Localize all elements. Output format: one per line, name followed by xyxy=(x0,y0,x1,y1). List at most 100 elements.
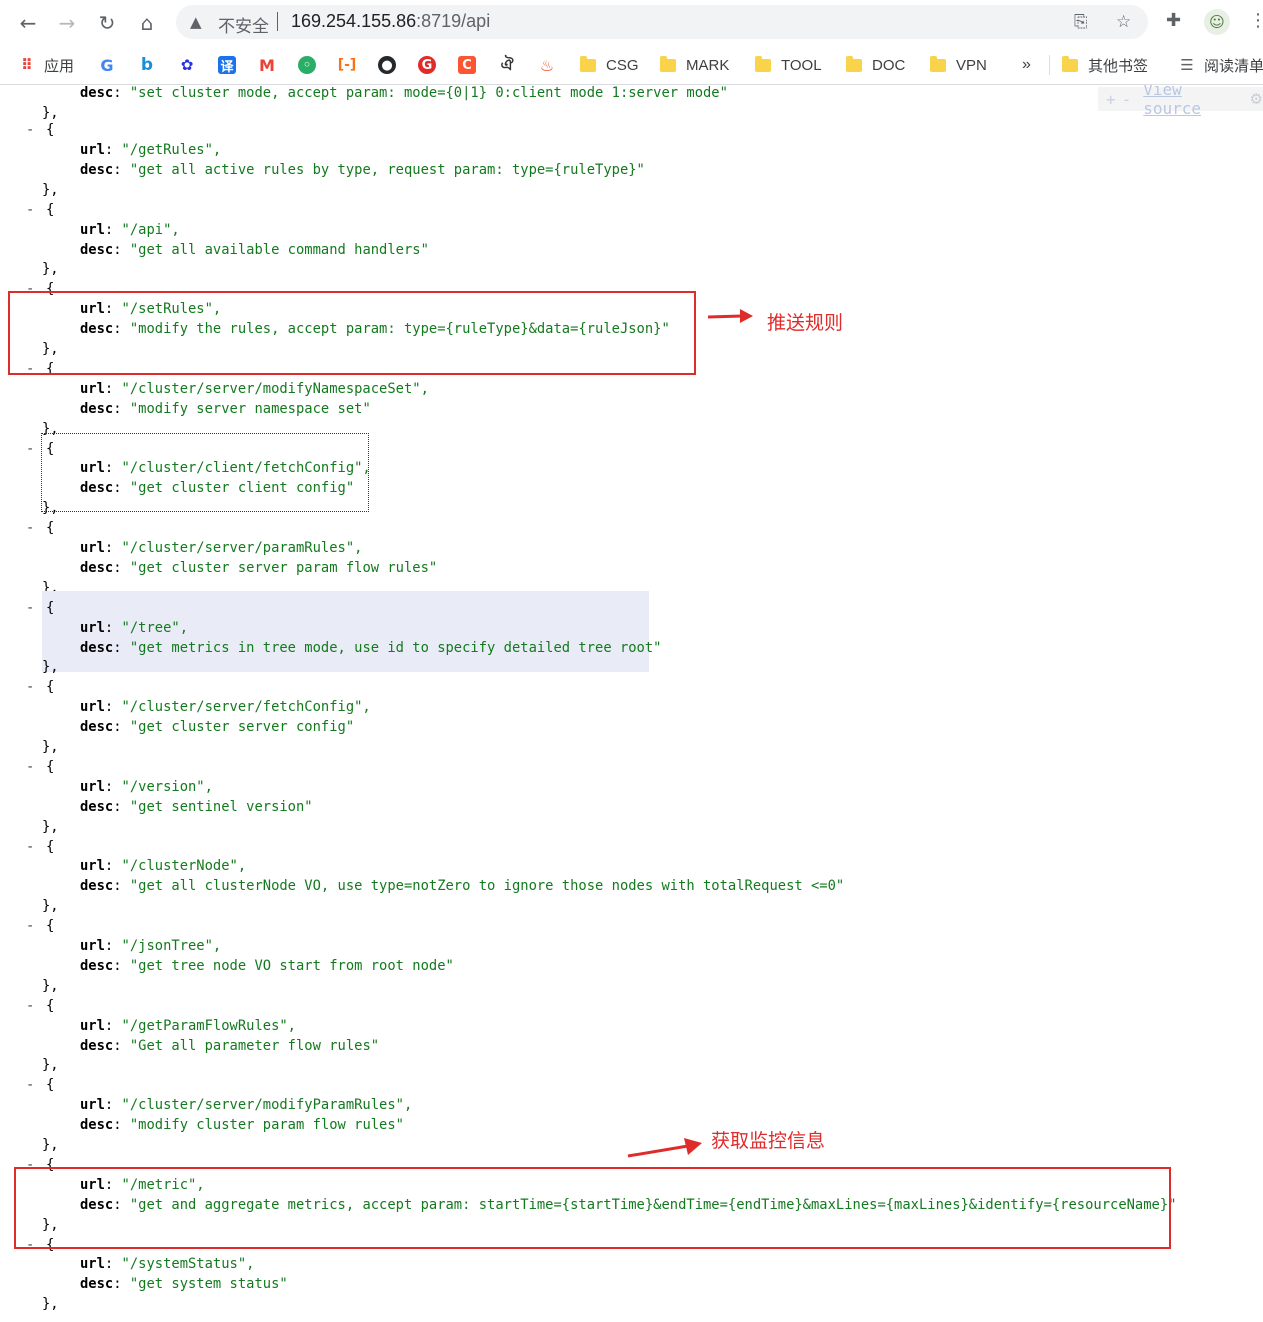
json-collapser: - xyxy=(26,677,34,697)
bookmark-folder-csg[interactable]: CSG xyxy=(580,52,639,78)
json-punct: : xyxy=(113,719,130,736)
json-collapser: - xyxy=(26,439,34,459)
menu-icon[interactable]: ⋮ xyxy=(1249,10,1263,31)
json-punct: : xyxy=(104,380,122,397)
forward-icon[interactable]: → xyxy=(53,9,81,37)
bookmark-g-red[interactable]: G xyxy=(418,52,444,78)
bookmark-star-icon[interactable]: ☆ xyxy=(1116,12,1131,32)
json-punct: }, xyxy=(42,1057,59,1074)
json-close-line: }, xyxy=(42,817,59,837)
json-url-line: url: "/getParamFlowRules", xyxy=(80,1016,296,1036)
collapse-toggle[interactable]: - xyxy=(26,839,34,855)
json-punct: : xyxy=(113,878,130,895)
json-url-line: url: "/getRules", xyxy=(80,140,221,160)
bookmark-github[interactable]: ● xyxy=(378,52,404,78)
json-open-line: { xyxy=(46,439,54,459)
json-key: url xyxy=(80,142,105,158)
collapse-toggle[interactable]: - xyxy=(26,918,34,934)
bookmark-script[interactable]: ঐ xyxy=(498,52,524,78)
address-bar[interactable]: ▲ 不安全 169.254.155.86:8719/api ⎘ ☆ xyxy=(176,5,1148,39)
json-key: url xyxy=(80,938,105,954)
json-string: "set cluster mode, accept param: mode={0… xyxy=(129,85,728,102)
json-desc-line: desc: "modify cluster param flow rules" xyxy=(80,1115,404,1135)
url-text[interactable]: 169.254.155.86:8719/api xyxy=(291,11,490,32)
bookmarks-bar: ⠿ 应用 G b ✿ 译 M ◦ [-] ● G C ঐ ♨ CSG MARK … xyxy=(0,46,1263,85)
json-collapser: - xyxy=(26,200,34,220)
bookmark-folder-mark[interactable]: MARK xyxy=(660,52,729,78)
bookmark-bing[interactable]: b xyxy=(138,52,164,78)
json-string: "/cluster/client/fetchConfig", xyxy=(121,460,371,477)
bookmark-wechat[interactable]: ◦ xyxy=(298,52,324,78)
json-close-line: }, xyxy=(42,498,59,518)
json-open-line: { xyxy=(46,837,54,857)
json-key: url xyxy=(80,1017,105,1034)
bookmark-google[interactable]: G xyxy=(98,52,124,78)
json-punct: : xyxy=(113,161,130,178)
json-string: "get all available command handlers" xyxy=(129,241,429,258)
folder-icon xyxy=(1062,55,1078,72)
json-punct: { xyxy=(46,599,55,616)
json-key: url xyxy=(80,778,105,795)
collapse-toggle[interactable]: - xyxy=(26,600,34,616)
home-icon[interactable]: ⌂ xyxy=(133,9,161,37)
avatar[interactable]: ☺ xyxy=(1204,9,1230,35)
json-string: "/version", xyxy=(121,778,213,795)
bookmark-folder-vpn[interactable]: VPN xyxy=(930,52,987,78)
json-open-line: { xyxy=(46,598,54,618)
bookmark-folder-doc[interactable]: DOC xyxy=(846,52,905,78)
bookmark-apps[interactable]: ⠿ 应用 xyxy=(18,52,74,78)
extensions-icon[interactable]: ✚ xyxy=(1166,10,1181,31)
view-source-link[interactable]: View source xyxy=(1143,85,1243,118)
collapse-toggle[interactable]: - xyxy=(26,759,34,775)
security-label[interactable]: 不安全 xyxy=(218,12,269,37)
json-punct: : xyxy=(113,559,130,576)
translate-icon[interactable]: ⎘ xyxy=(1074,12,1088,32)
expand-collapse-controls[interactable]: +- xyxy=(1106,90,1137,109)
collapse-toggle[interactable]: - xyxy=(26,441,34,457)
collapse-toggle[interactable]: - xyxy=(26,202,34,218)
json-string: "/tree", xyxy=(121,619,188,636)
json-url-line: url: "/cluster/server/paramRules", xyxy=(80,538,362,558)
collapse-toggle[interactable]: - xyxy=(26,520,34,536)
bookmark-baidu[interactable]: ✿ xyxy=(178,52,204,78)
json-url-line: url: "/tree", xyxy=(80,618,188,638)
json-punct: : xyxy=(104,1017,122,1034)
json-punct: : xyxy=(104,1097,122,1114)
bookmark-gmail[interactable]: M xyxy=(258,52,284,78)
json-collapser: - xyxy=(26,120,34,140)
json-punct: : xyxy=(113,85,130,102)
collapse-toggle[interactable]: - xyxy=(26,1077,34,1093)
bookmark-flame[interactable]: ♨ xyxy=(538,52,564,78)
json-string: "/getParamFlowRules", xyxy=(121,1017,296,1034)
json-string: "modify server namespace set" xyxy=(129,400,371,417)
bookmark-folder-other[interactable]: 其他书签 xyxy=(1062,52,1148,78)
json-string: "/jsonTree", xyxy=(121,938,222,954)
bookmark-translate[interactable]: 译 xyxy=(218,52,244,78)
json-punct: { xyxy=(46,1077,55,1094)
json-close-line: }, xyxy=(42,896,59,916)
collapse-toggle[interactable]: - xyxy=(26,679,34,695)
bookmark-code[interactable]: [-] xyxy=(338,52,364,78)
reading-list[interactable]: ☰ 阅读清单 xyxy=(1178,52,1263,78)
json-url-line: url: "/cluster/client/fetchConfig", xyxy=(80,458,371,478)
json-punct: : xyxy=(113,798,130,815)
collapse-toggle[interactable]: - xyxy=(26,998,34,1014)
json-string: "get all active rules by type, request p… xyxy=(129,161,645,178)
bookmarks-more[interactable]: » xyxy=(1022,52,1031,78)
json-punct: : xyxy=(104,1256,122,1273)
bookmark-csdn[interactable]: C xyxy=(458,52,484,78)
folder-label: VPN xyxy=(956,56,987,74)
bookmark-folder-tool[interactable]: TOOL xyxy=(755,52,822,78)
collapse-toggle[interactable]: - xyxy=(26,122,34,138)
json-desc-line: desc: "get cluster server config" xyxy=(80,717,354,737)
json-desc-line: desc: "Get all parameter flow rules" xyxy=(80,1036,379,1056)
json-url-line: url: "/cluster/server/modifyNamespaceSet… xyxy=(80,379,429,399)
gear-icon[interactable]: ⚙ xyxy=(1250,90,1263,108)
reload-icon[interactable]: ↻ xyxy=(93,9,121,37)
json-desc-line: desc: "get system status" xyxy=(80,1274,288,1294)
back-icon[interactable]: ← xyxy=(14,9,42,37)
json-punct: : xyxy=(104,221,122,238)
json-punct: : xyxy=(104,699,122,716)
warning-icon[interactable]: ▲ xyxy=(190,13,202,31)
json-close-line: }, xyxy=(42,180,59,200)
